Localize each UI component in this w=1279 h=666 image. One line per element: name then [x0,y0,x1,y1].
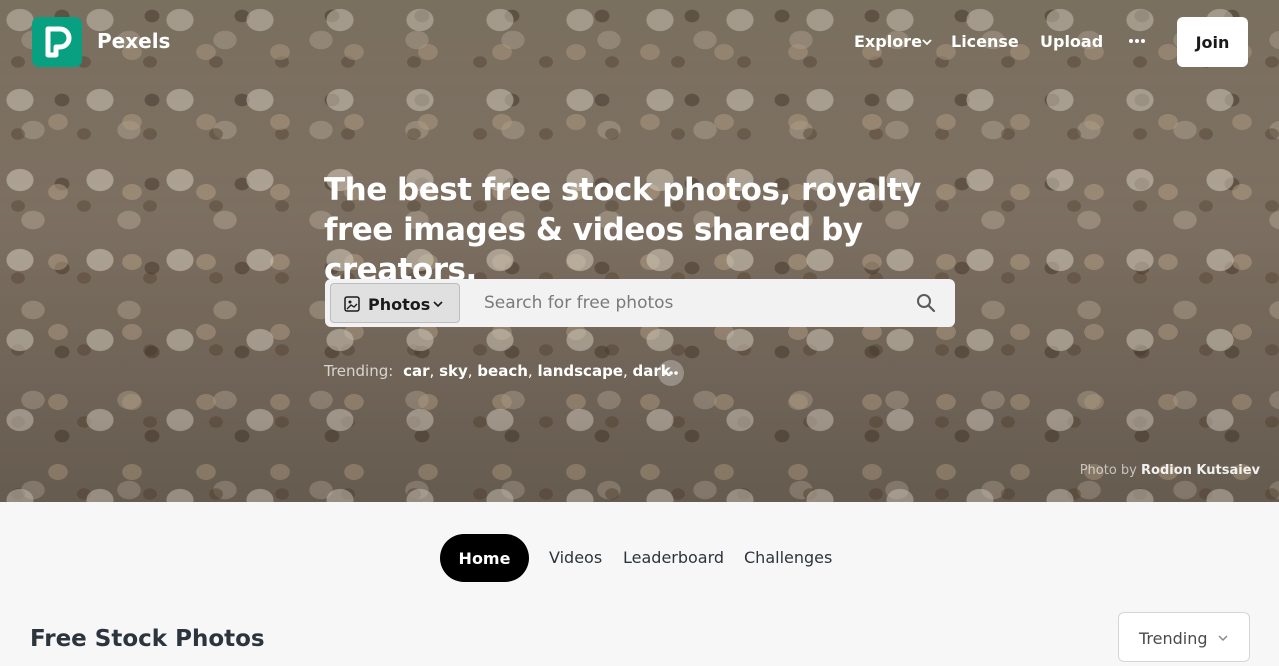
chevron-down-icon [433,301,443,308]
photo-credit: Photo by Rodion Kutsaiev [1040,463,1260,478]
nav-explore[interactable]: Explore [854,32,922,51]
photographer-link[interactable]: Rodion Kutsaiev [1141,463,1260,478]
tab-leaderboard[interactable]: Leaderboard [623,548,724,567]
brand-name[interactable]: Pexels [97,29,170,53]
hero-banner: Pexels Explore License Upload Join The b… [0,0,1279,502]
image-icon [344,296,360,312]
nav-upload[interactable]: Upload [1040,32,1103,51]
trending-tag[interactable]: car [403,362,429,380]
pexels-logo-icon [45,26,72,58]
trending-searches: Trending: car, sky, beach, landscape, da… [324,362,671,380]
pexels-logo[interactable] [32,17,82,67]
chevron-down-icon [1218,635,1228,642]
nav-license[interactable]: License [951,32,1019,51]
more-trending-button[interactable] [658,360,684,386]
more-menu-icon[interactable] [1126,34,1148,48]
trending-label: Trending: [324,362,394,380]
search-input[interactable] [484,289,884,317]
tab-challenges[interactable]: Challenges [744,548,832,567]
chevron-down-icon[interactable] [921,36,933,48]
search-icon[interactable] [916,293,936,313]
section-title: Free Stock Photos [30,626,265,652]
media-type-label: Photos [368,295,431,314]
trending-tag[interactable]: beach [477,362,528,380]
tab-videos[interactable]: Videos [549,548,602,567]
trending-tag[interactable]: landscape [537,362,623,380]
hero-headline: The best free stock photos, royalty free… [324,172,921,288]
sort-label: Trending [1139,629,1208,648]
search-bar: Photos [325,279,955,327]
trending-tag[interactable]: sky [439,362,468,380]
sort-select[interactable]: Trending [1118,612,1250,662]
ellipsis-icon [664,371,678,375]
tab-home[interactable]: Home [440,534,529,582]
photo-credit-prefix: Photo by [1079,463,1137,478]
join-button[interactable]: Join [1177,17,1248,67]
media-type-select[interactable]: Photos [330,283,460,323]
